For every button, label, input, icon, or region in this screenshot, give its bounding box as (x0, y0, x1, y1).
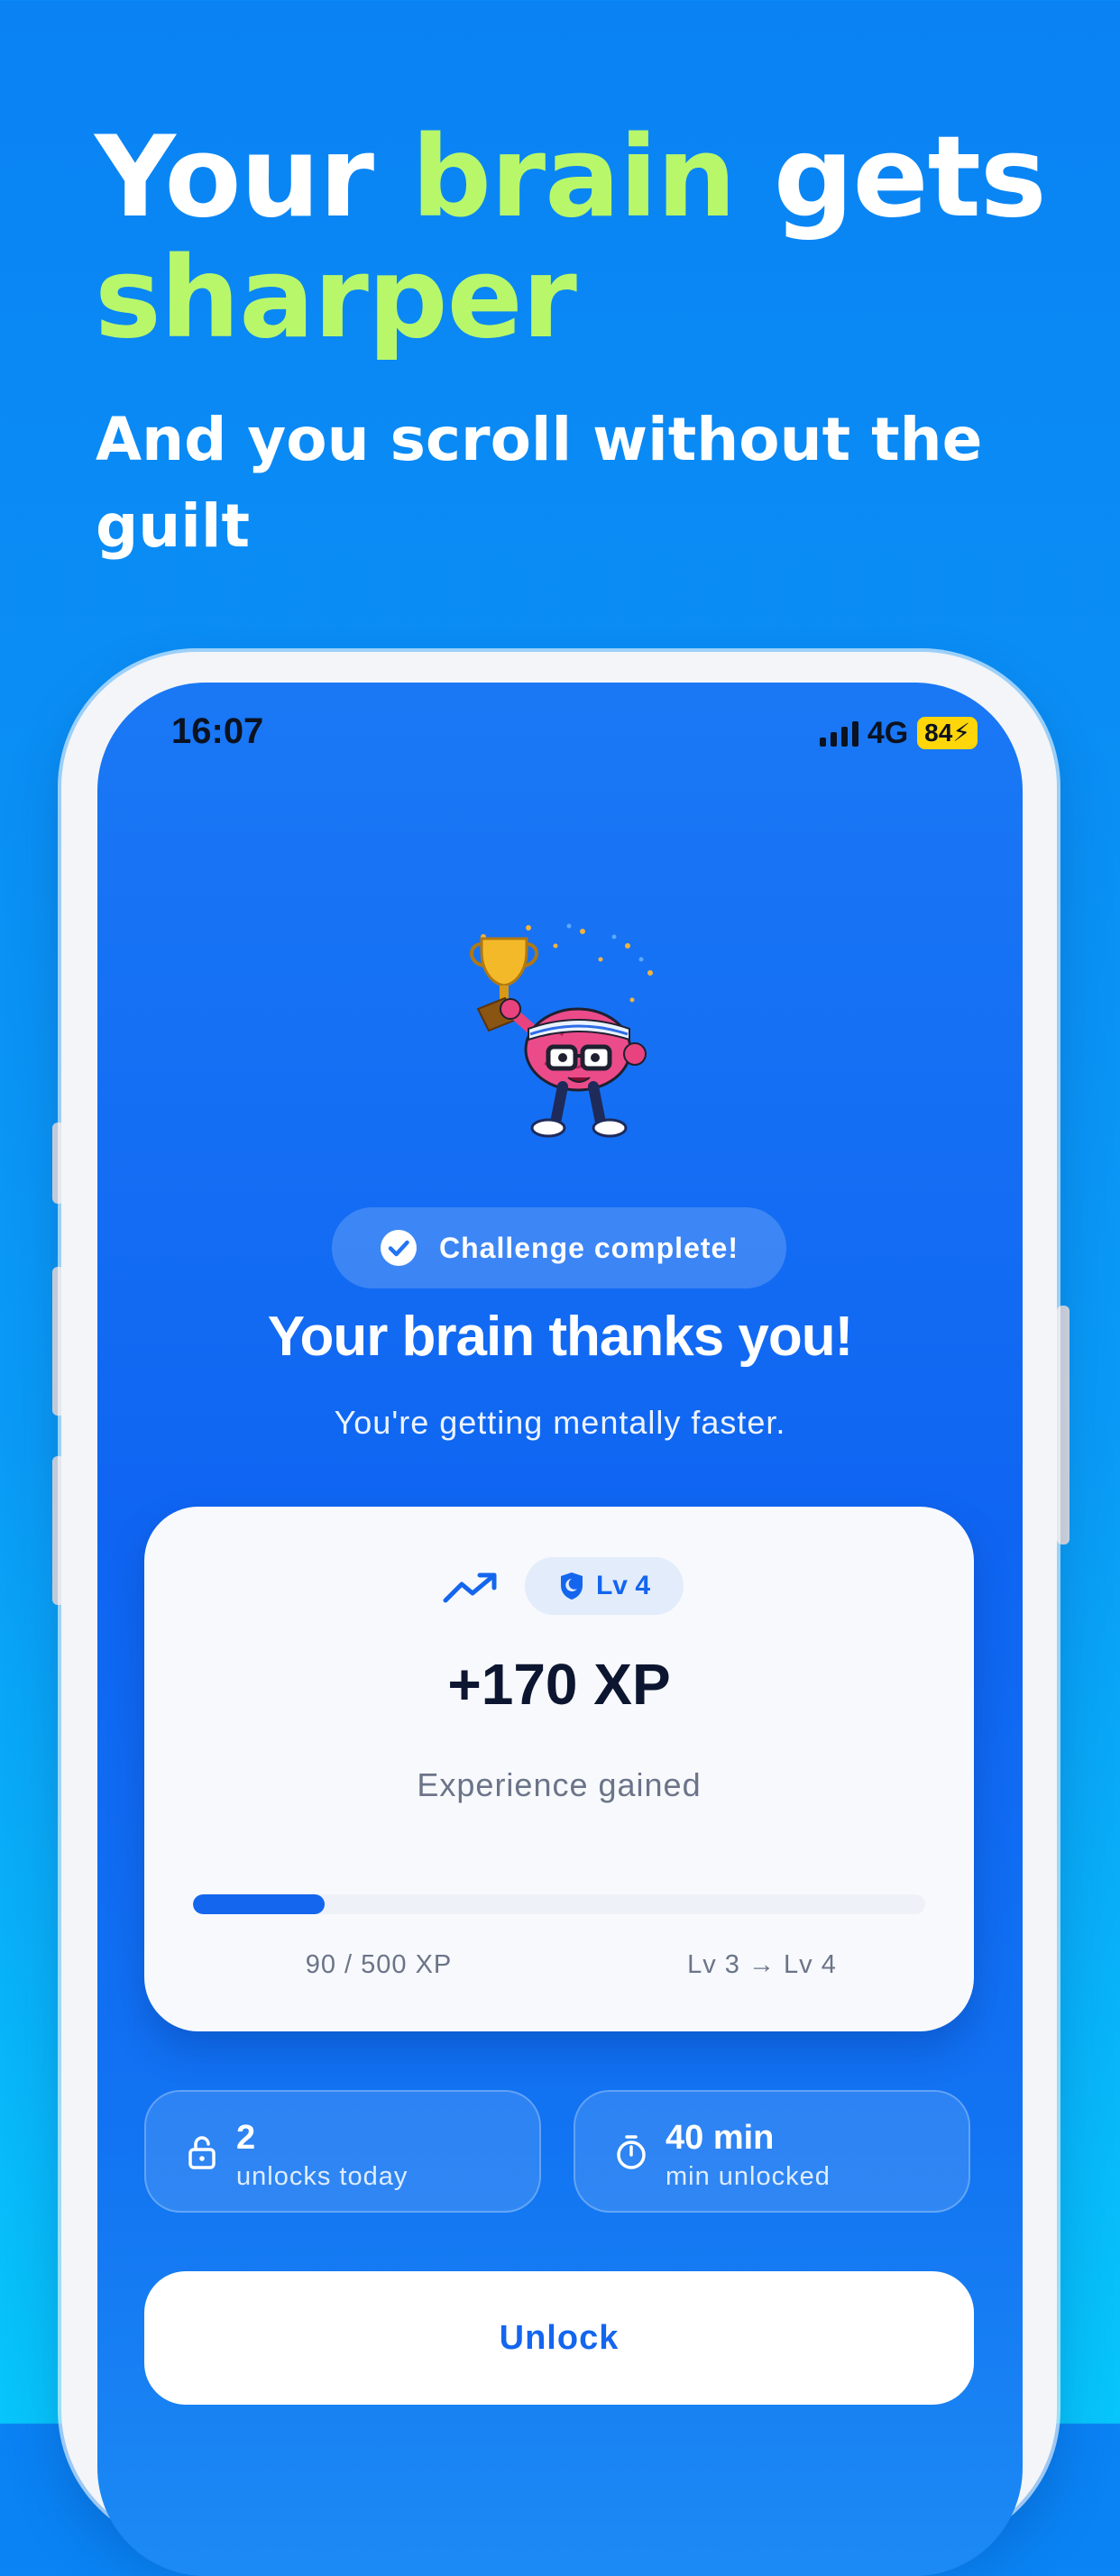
minutes-unlocked-label: min unlocked (666, 2162, 831, 2191)
xp-gained-value: +170 XP (447, 1652, 671, 1717)
trending-up-icon (443, 1572, 497, 1603)
signal-icon (819, 720, 858, 747)
xp-progress-text: 90 / 500 XP (305, 1950, 453, 1979)
battery-icon: 84⚡ (917, 717, 978, 749)
headline-word-your: Your (95, 113, 374, 243)
battery-level: 84 (924, 719, 953, 747)
unlocks-today-value: 2 (236, 2119, 256, 2157)
subheadline: And you scroll without the guilt (96, 405, 983, 561)
phone-screen: 16:07 4G 84⚡ Challenge complete! Your br… (97, 683, 1023, 2576)
network-type: 4G (867, 715, 909, 750)
stopwatch-icon (617, 2135, 646, 2169)
page-title: Your brain thanks you! (267, 1306, 854, 1368)
trophy-brain-mascot (470, 923, 653, 1138)
phone-power-button (1057, 1306, 1070, 1545)
xp-progress-fill (193, 1894, 326, 1914)
challenge-complete-badge: Challenge complete! (332, 1207, 786, 1288)
page-subtitle: You're getting mentally faster. (334, 1404, 786, 1441)
level-label: Lv 4 (595, 1571, 651, 1600)
minutes-unlocked-stat: 40 min min unlocked (574, 2090, 970, 2213)
status-bar: 16:07 4G 84⚡ (97, 683, 1023, 791)
headline-word-brain: brain (411, 113, 736, 243)
minutes-unlocked-value: 40 min (666, 2119, 775, 2157)
unlock-button[interactable]: Unlock (144, 2271, 974, 2405)
unlocks-today-stat: 2 unlocks today (144, 2090, 541, 2213)
status-indicators: 4G 84⚡ (819, 715, 978, 751)
level-badge: Lv 4 (525, 1557, 684, 1615)
level-change-text: Lv 3 → Lv 4 (687, 1950, 837, 1979)
headline-word-gets: gets (773, 113, 1047, 243)
check-circle-icon (381, 1230, 418, 1266)
xp-gained-caption: Experience gained (417, 1766, 702, 1803)
shield-icon (560, 1572, 583, 1600)
headline: Your brain gets sharper (95, 117, 1069, 359)
headline-word-sharper: sharper (95, 234, 577, 363)
xp-card: Lv 4 +170 XP Experience gained 90 / 500 … (144, 1507, 974, 2031)
xp-progress-bar (193, 1894, 925, 1914)
challenge-complete-label: Challenge complete! (439, 1231, 739, 1264)
unlocks-today-label: unlocks today (236, 2162, 409, 2191)
status-time: 16:07 (171, 711, 264, 751)
lock-open-icon (188, 2136, 216, 2169)
